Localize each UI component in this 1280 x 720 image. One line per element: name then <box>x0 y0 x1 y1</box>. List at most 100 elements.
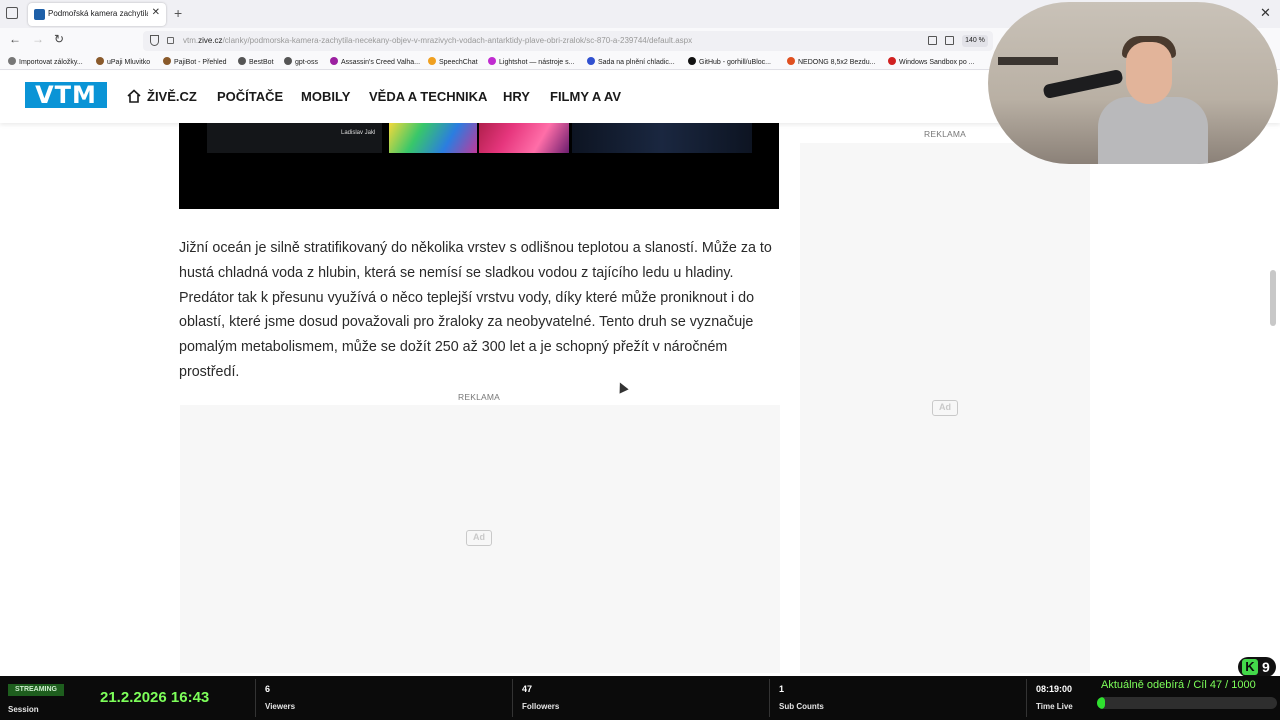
bookmark-item[interactable]: Windows Sandbox po ... <box>888 57 975 66</box>
bookmark-item[interactable]: Sada na plnění chladic... <box>587 57 675 66</box>
microphone-icon <box>1042 68 1124 100</box>
url-bar[interactable]: vtm.zive.cz/clanky/podmorska-kamera-zach… <box>143 31 993 51</box>
ad-label: REKLAMA <box>458 392 501 402</box>
viewers-value: 6 <box>265 684 271 694</box>
bookmark-item[interactable]: BestBot <box>238 57 274 66</box>
bookmark-label: uPaji Mluvitko <box>107 59 151 66</box>
ad-banner[interactable]: Ad <box>180 405 780 673</box>
bookmark-icon <box>888 57 896 65</box>
bookmark-icon <box>688 57 696 65</box>
bookmark-icon <box>8 57 16 65</box>
bookmark-item[interactable]: Lightshot — nástroje s... <box>488 57 574 66</box>
menu-pocitace[interactable]: POČÍTAČE <box>217 89 283 104</box>
subs-value: 1 <box>779 684 785 694</box>
streaming-badge: STREAMING <box>8 684 64 696</box>
subs-label: Sub Counts <box>779 702 824 711</box>
image-caption: Ladislav Jakl <box>341 130 376 136</box>
webcam-background <box>998 57 1058 65</box>
url-text[interactable]: vtm.zive.cz/clanky/podmorska-kamera-zach… <box>183 36 692 45</box>
menu-zive[interactable]: ŽIVĚ.CZ <box>147 89 197 104</box>
bookmark-item[interactable]: SpeechChat <box>428 57 478 66</box>
image-thumbnail-colorful <box>389 123 477 153</box>
bookmark-label: Lightshot — nástroje s... <box>499 59 575 66</box>
article-paragraph: Jižní oceán je silně stratifikovaný do n… <box>179 240 772 380</box>
followers-label: Followers <box>522 702 560 711</box>
menu-mobily[interactable]: MOBILY <box>301 89 350 104</box>
viewers-label: Viewers <box>265 702 296 711</box>
bookmark-icon <box>587 57 595 65</box>
bookmark-icon <box>428 57 436 65</box>
url-path: /clanky/podmorska-kamera-zachytila-necek… <box>222 36 693 45</box>
bookmark-item[interactable]: GitHub - gorhill/uBloc... <box>688 57 771 66</box>
bookmark-label: Windows Sandbox po ... <box>899 59 975 66</box>
time-live-label: Time Live <box>1036 702 1073 711</box>
tab-list-icon[interactable] <box>6 7 18 19</box>
bookmark-icon <box>96 57 104 65</box>
tab-title: Podmořská kamera zachytila ne <box>48 9 148 18</box>
streamer-body <box>1098 97 1208 164</box>
url-prefix: vtm. <box>183 36 199 45</box>
image-thumbnail-dark <box>207 123 382 153</box>
download-icon[interactable] <box>945 36 954 45</box>
sub-goal-fill <box>1097 697 1105 709</box>
bookmark-label: Sada na plnění chladic... <box>598 59 675 66</box>
session-datetime: 21.2.2026 16:43 <box>100 689 210 706</box>
menu-veda-a-technika[interactable]: VĚDA A TECHNIKA <box>369 89 487 104</box>
time-live-value: 08:19:00 <box>1036 684 1073 694</box>
window-close-icon[interactable]: ✕ <box>1260 5 1271 21</box>
home-icon[interactable] <box>127 89 141 103</box>
bookmark-label: GitHub - gorhill/uBloc... <box>699 59 771 66</box>
bookmark-label: BestBot <box>249 59 274 66</box>
zoom-level[interactable]: 140 % <box>962 35 988 47</box>
image-thumbnail-space <box>572 123 752 153</box>
stream-status-bar: STREAMING Session 21.2.2026 16:43 6 View… <box>0 676 1280 720</box>
separator <box>1026 679 1027 717</box>
kick-badge: K 9 <box>1238 657 1276 677</box>
kick-count: 9 <box>1262 659 1270 675</box>
reload-icon[interactable]: ↻ <box>54 32 64 46</box>
article-image[interactable]: Ladislav Jakl <box>179 123 779 209</box>
separator <box>255 679 256 717</box>
favicon-icon <box>34 9 45 20</box>
bookmark-icon <box>238 57 246 65</box>
new-tab-icon[interactable]: + <box>174 5 182 21</box>
separator <box>769 679 770 717</box>
sidebar-ad-banner[interactable]: Ad <box>800 143 1090 673</box>
kick-logo-icon: K <box>1242 659 1258 675</box>
bookmark-item[interactable]: Importovat záložky... <box>8 57 83 66</box>
forward-icon[interactable]: → <box>32 32 44 46</box>
menu-hry[interactable]: HRY <box>503 89 530 104</box>
bookmark-icon <box>787 57 795 65</box>
back-icon[interactable]: ← <box>9 32 21 46</box>
vtm-logo[interactable]: VTM <box>25 82 107 108</box>
reader-view-icon[interactable] <box>928 36 937 45</box>
bookmark-item[interactable]: Assassin's Creed Valha... <box>330 57 420 66</box>
session-label: Session <box>8 705 39 714</box>
webcam-overlay <box>988 2 1278 164</box>
bookmark-item[interactable]: uPaji Mluvitko <box>96 57 150 66</box>
bookmark-icon <box>488 57 496 65</box>
streamer-head <box>1126 42 1172 104</box>
sub-goal-progress <box>1097 697 1277 709</box>
sidebar-ad-label: REKLAMA <box>924 129 967 139</box>
bookmark-item[interactable]: PajiBot - Přehled <box>163 57 227 66</box>
separator <box>512 679 513 717</box>
shield-icon[interactable] <box>150 35 159 46</box>
sidebar-ad-icon: Ad <box>932 400 958 416</box>
bookmark-label: PajiBot - Přehled <box>174 59 227 66</box>
followers-value: 47 <box>522 684 533 694</box>
bookmark-label: Assassin's Creed Valha... <box>341 59 421 66</box>
menu-filmy-a-av[interactable]: FILMY A AV <box>550 89 621 104</box>
close-tab-icon[interactable]: ✕ <box>152 7 160 18</box>
url-domain: zive.cz <box>198 36 223 45</box>
bookmark-item[interactable]: gpt-oss <box>284 57 318 66</box>
sub-goal-text: Aktuálně odebírá / Cíl 47 / 1000 <box>1101 679 1256 691</box>
bookmark-icon <box>284 57 292 65</box>
bookmark-label: gpt-oss <box>295 59 318 66</box>
bookmark-icon <box>330 57 338 65</box>
bookmark-label: NEDONG 8,5x2 Bezdu... <box>798 59 876 66</box>
tab-active[interactable]: Podmořská kamera zachytila ne ✕ <box>28 3 166 26</box>
lock-icon[interactable] <box>167 37 174 44</box>
bookmark-item[interactable]: NEDONG 8,5x2 Bezdu... <box>787 57 875 66</box>
scrollbar-thumb[interactable] <box>1270 270 1276 326</box>
